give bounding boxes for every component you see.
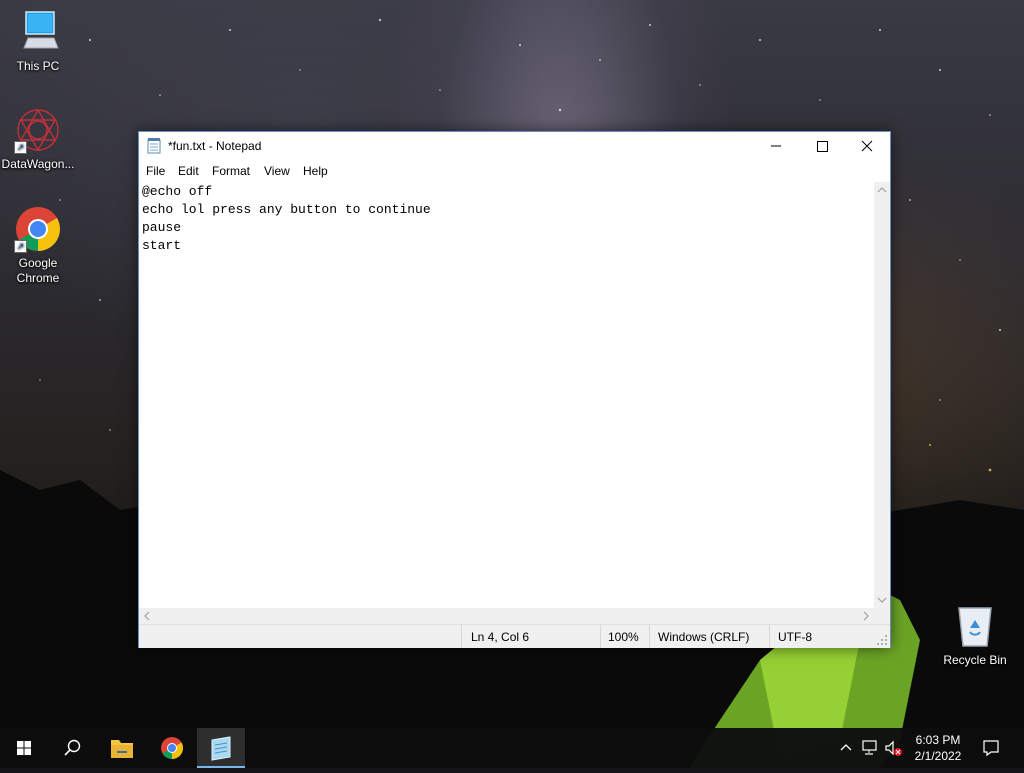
scroll-right-arrow-icon[interactable] [858,608,874,624]
taskbar: 6:03 PM 2/1/2022 [0,728,1024,768]
text-line: start [142,238,182,253]
menu-help[interactable]: Help [303,164,328,178]
maximize-icon [817,141,828,152]
status-cursor-position: Ln 4, Col 6 [471,630,530,644]
network-icon[interactable] [861,739,881,757]
taskbar-file-explorer[interactable] [98,728,146,768]
recycle-bin-icon [951,602,999,650]
window-title: *fun.txt - Notepad [168,139,262,153]
taskbar-notepad[interactable] [197,728,245,768]
desktop-icon-recycle-bin[interactable]: Recycle Bin [937,602,1013,668]
text-editor-area[interactable]: @echo off echo lol press any button to c… [139,182,874,608]
text-line: echo lol press any button to continue [142,202,431,217]
notifications-icon[interactable] [982,739,1000,757]
desktop-icon-label: Google Chrome [16,256,60,285]
search-button[interactable] [48,728,96,768]
monitor-icon [14,8,62,56]
notepad-icon [147,138,161,154]
clock-time: 6:03 PM [915,733,961,747]
shortcut-arrow-icon: ↗ [14,240,27,253]
status-bar: Ln 4, Col 6 100% Windows (CRLF) UTF-8 [139,624,890,648]
minimize-button[interactable] [753,132,799,160]
system-clock[interactable]: 6:03 PM 2/1/2022 [906,732,970,764]
status-separator [769,625,770,648]
desktop-icon-label: DataWagon... [1,157,75,171]
chevron-up-icon[interactable] [838,740,854,756]
desktop-icon-this-pc[interactable]: This PC [0,8,76,74]
text-line: pause [142,220,182,235]
status-separator [600,625,601,648]
chrome-icon [161,737,183,759]
scroll-left-arrow-icon[interactable] [139,608,155,624]
taskbar-chrome[interactable] [148,728,196,768]
menu-file[interactable]: File [146,164,165,178]
chrome-icon: ↗ [14,205,62,253]
status-encoding: UTF-8 [778,630,812,644]
desktop-icon-google-chrome[interactable]: ↗ Google Chrome [0,205,76,286]
menu-view[interactable]: View [264,164,290,178]
text-line: @echo off [142,184,213,199]
volume-muted-icon[interactable] [884,739,904,757]
close-button[interactable] [844,132,890,160]
resize-grip-icon[interactable] [876,634,888,646]
minimize-icon [771,145,781,147]
status-line-ending: Windows (CRLF) [658,630,750,644]
status-separator [461,625,462,648]
menu-edit[interactable]: Edit [178,164,199,178]
horizontal-scrollbar[interactable] [139,608,874,624]
title-bar[interactable]: *fun.txt - Notepad [139,132,890,160]
scroll-down-arrow-icon[interactable] [874,592,890,608]
desktop-icon-datawagon[interactable]: ↗ DataWagon... [0,106,76,172]
notepad-icon [211,736,231,761]
shortcut-arrow-icon: ↗ [14,141,27,154]
desktop-icon-label: This PC [16,59,60,73]
maximize-button[interactable] [799,132,845,160]
menu-format[interactable]: Format [212,164,250,178]
vertical-scrollbar[interactable] [874,182,890,608]
folder-icon [111,740,133,758]
search-icon [64,739,81,756]
status-separator [649,625,650,648]
scroll-up-arrow-icon[interactable] [874,182,890,198]
windows-logo-icon [17,741,31,755]
menu-bar: File Edit Format View Help [139,160,890,182]
datawagon-logo-icon: ↗ [14,106,62,154]
notepad-window[interactable]: *fun.txt - Notepad File Edit Format View… [138,131,891,648]
status-zoom: 100% [608,630,639,644]
clock-date: 2/1/2022 [914,749,962,763]
close-icon [861,140,873,152]
scrollbar-corner [874,608,890,624]
desktop-icon-label: Recycle Bin [943,653,1007,667]
start-button[interactable] [0,728,48,768]
